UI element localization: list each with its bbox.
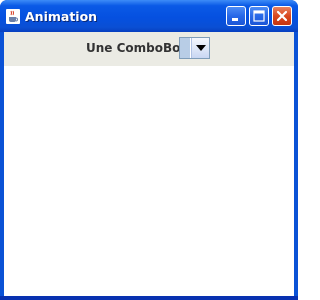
animation-canvas[interactable] <box>4 66 294 296</box>
window-content: Une ComboBox <box>4 32 294 296</box>
minimize-button[interactable] <box>226 6 246 26</box>
minimize-icon <box>232 18 238 21</box>
java-cup-icon[interactable] <box>6 9 20 24</box>
close-button[interactable] <box>272 6 292 26</box>
combo-label: Une ComboBox <box>86 41 189 55</box>
combo-panel: Une ComboBox <box>4 32 294 66</box>
application-window: Animation Une ComboBox <box>0 0 298 300</box>
combo-box[interactable] <box>179 37 210 59</box>
window-bottom-border <box>0 296 298 300</box>
combo-selected-value[interactable] <box>180 38 190 58</box>
combo-dropdown-button[interactable] <box>191 38 209 58</box>
chevron-down-icon <box>196 45 206 51</box>
close-icon <box>276 10 288 22</box>
maximize-button[interactable] <box>249 6 269 26</box>
maximize-icon <box>253 10 265 22</box>
title-bar[interactable]: Animation <box>0 0 298 32</box>
window-title: Animation <box>25 9 98 24</box>
